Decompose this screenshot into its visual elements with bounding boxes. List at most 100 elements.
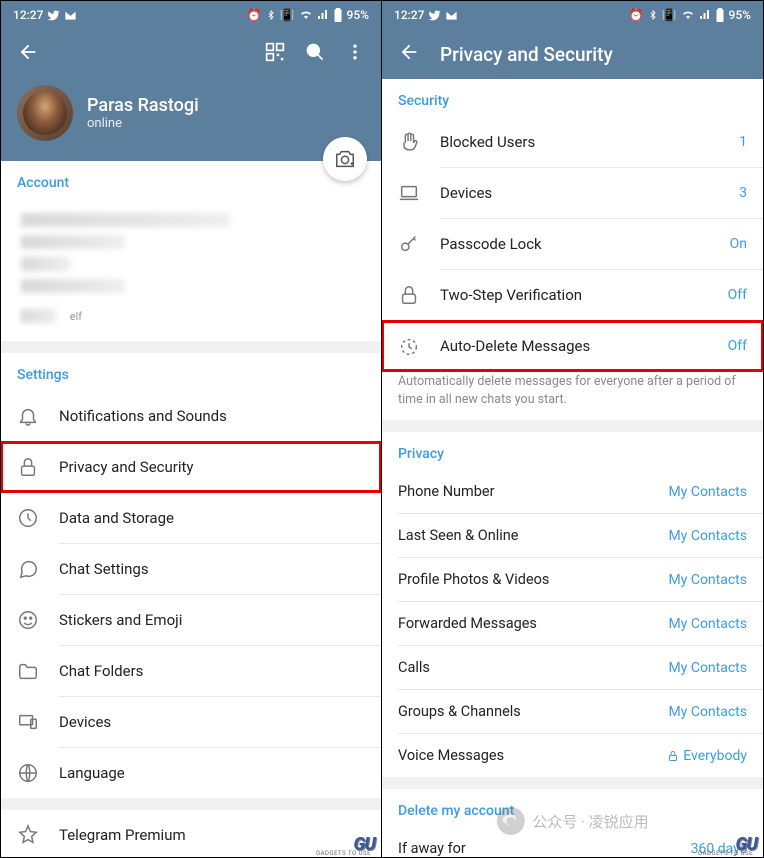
lastseen-value: My Contacts [669,528,747,544]
timer-icon [398,335,420,357]
camera-button[interactable] [323,137,367,181]
chat-label: Chat Settings [59,560,365,578]
globe-icon [17,762,39,784]
qr-icon[interactable] [265,42,285,66]
wifi-icon [299,9,313,21]
profile-status: online [87,116,199,131]
mail-icon [64,9,77,22]
chat-item[interactable]: Chat Settings [1,544,381,594]
autodelete-value: Off [728,338,747,354]
back-icon[interactable] [398,41,420,67]
forwarded-value: My Contacts [669,616,747,632]
divider [1,798,381,810]
folder-icon [17,660,39,682]
status-bar: 12:27 ⏰ 📳 95% [382,1,763,29]
blocked-users-item[interactable]: Blocked Users 1 [382,117,763,167]
stickers-label: Stickers and Emoji [59,611,365,629]
lastseen-label: Last Seen & Online [398,527,518,544]
autodelete-item[interactable]: Auto-Delete Messages Off [382,321,763,371]
twostep-label: Two-Step Verification [440,286,708,304]
settings-screen: 12:27 ⏰ 📳 95% [1,1,382,857]
voice-label: Voice Messages [398,747,504,764]
lastseen-item[interactable]: Last Seen & Online My Contacts [382,514,763,557]
voice-value: Everybody [667,748,747,764]
calls-item[interactable]: Calls My Contacts [382,646,763,689]
devices-icon [17,711,39,733]
data-item[interactable]: Data and Storage [1,493,381,543]
data-label: Data and Storage [59,509,365,527]
divider [382,777,763,789]
forwarded-item[interactable]: Forwarded Messages My Contacts [382,602,763,645]
privacy-label: Privacy and Security [59,458,365,476]
app-bar [1,29,381,79]
redacted-account-info: elf [1,199,381,341]
calls-label: Calls [398,659,430,676]
lock-icon [398,284,420,306]
privacy-item[interactable]: Privacy and Security [1,442,381,492]
passcode-item[interactable]: Passcode Lock On [382,219,763,269]
groups-item[interactable]: Groups & Channels My Contacts [382,690,763,733]
forwarded-label: Forwarded Messages [398,615,537,632]
lock-icon [17,456,39,478]
calls-value: My Contacts [669,660,747,676]
page-title: Privacy and Security [440,43,613,66]
laptop-icon [398,182,420,204]
devices-sec-item[interactable]: Devices 3 [382,168,763,218]
more-icon[interactable] [345,42,365,66]
alarm-icon: ⏰ [247,8,262,22]
autodelete-label: Auto-Delete Messages [440,337,708,355]
twostep-value: Off [728,287,747,303]
passcode-value: On [730,236,747,252]
privacy-screen: 12:27 ⏰ 📳 95% [382,1,763,857]
star-icon [17,824,39,846]
language-item[interactable]: Language [1,748,381,798]
notifications-label: Notifications and Sounds [59,407,365,425]
status-time: 12:27 [13,8,43,22]
bell-icon [17,405,39,427]
bluetooth-icon [266,9,276,21]
mail-icon [445,9,458,22]
search-icon[interactable] [305,42,325,66]
devices-item[interactable]: Devices [1,697,381,747]
groups-value: My Contacts [669,704,747,720]
photos-label: Profile Photos & Videos [398,571,549,588]
battery-icon [715,8,725,22]
premium-label: Telegram Premium [59,826,365,844]
battery-icon [333,8,343,22]
divider [1,341,381,353]
status-time: 12:27 [394,8,424,22]
avatar[interactable] [17,85,73,141]
delete-header: Delete my account [382,789,763,827]
folders-item[interactable]: Chat Folders [1,646,381,696]
notifications-item[interactable]: Notifications and Sounds [1,391,381,441]
phone-value: My Contacts [669,484,747,500]
blocked-label: Blocked Users [440,133,719,151]
hand-icon [398,131,420,153]
signal-icon [317,9,329,21]
twitter-icon [47,9,60,22]
chat-icon [17,558,39,580]
back-icon[interactable] [17,41,39,67]
watermark: GU [353,834,375,855]
status-bar: 12:27 ⏰ 📳 95% [1,1,381,29]
twostep-item[interactable]: Two-Step Verification Off [382,270,763,320]
autodelete-desc: Automatically delete messages for everyo… [382,371,763,420]
folders-label: Chat Folders [59,662,365,680]
language-label: Language [59,764,365,782]
settings-header: Settings [1,353,381,391]
wifi-icon [681,9,695,21]
battery-percent: 95% [347,8,369,22]
phone-item[interactable]: Phone Number My Contacts [382,470,763,513]
voice-item[interactable]: Voice Messages Everybody [382,734,763,777]
security-header: Security [382,79,763,117]
divider [382,420,763,432]
photos-value: My Contacts [669,572,747,588]
battery-percent: 95% [729,8,751,22]
signal-icon [699,9,711,21]
passcode-label: Passcode Lock [440,235,710,253]
app-bar: Privacy and Security [382,29,763,79]
stickers-item[interactable]: Stickers and Emoji [1,595,381,645]
photos-item[interactable]: Profile Photos & Videos My Contacts [382,558,763,601]
key-icon [398,233,420,255]
profile-header: Paras Rastogi online [1,79,381,161]
